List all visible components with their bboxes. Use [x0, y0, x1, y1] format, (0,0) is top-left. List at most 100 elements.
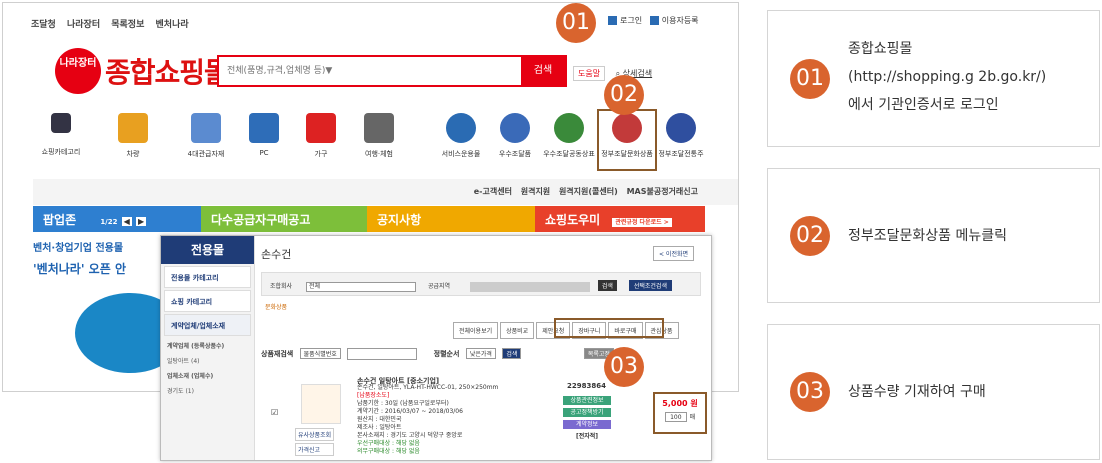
- register-link[interactable]: 이용자등록: [662, 16, 699, 25]
- excellent-product-icon: [500, 113, 530, 143]
- category-item[interactable]: 정부조달전통주: [651, 113, 711, 159]
- contract-info-button[interactable]: 계약정보: [563, 420, 611, 429]
- login-area: 로그인 이용자등록: [608, 15, 699, 26]
- user-icon: [649, 16, 659, 25]
- announcement-bar[interactable]: 공지사항: [367, 206, 535, 232]
- side-item[interactable]: 쇼핑 카테고리: [164, 290, 251, 312]
- regulation-download-link[interactable]: 관련규정 다운로드 >: [612, 218, 672, 227]
- category-item[interactable]: 가구: [291, 113, 351, 159]
- info-buttons: 상품관련정보 공고정책방기 계약정보 [전자적]: [563, 396, 611, 444]
- top-link[interactable]: 벤처나라: [156, 20, 189, 30]
- step-description: 상품수량 기재하여 구매: [848, 378, 986, 406]
- menu-icon: [51, 113, 71, 133]
- page-counter: 1/22: [100, 218, 118, 226]
- side-title: 전용몰: [161, 236, 254, 264]
- category-item[interactable]: 서비스운용물: [431, 113, 491, 159]
- detail-line: 원산지 : 대한민국: [357, 416, 402, 423]
- category-label: 우수조달품: [498, 150, 532, 158]
- logo-badge: 나라장터: [55, 48, 101, 94]
- category-item[interactable]: 여행·체험: [349, 113, 409, 159]
- product-info-button[interactable]: 상품관련정보: [563, 396, 611, 405]
- notice-button[interactable]: 공고정책방기: [563, 408, 611, 417]
- category-label: 서비스운용물: [441, 150, 481, 158]
- search-button[interactable]: 검색: [521, 57, 565, 85]
- top-link[interactable]: 조달청: [31, 20, 56, 30]
- region-field[interactable]: [469, 281, 590, 292]
- detail-line: [납품장소도]: [357, 392, 390, 399]
- sort-search-button[interactable]: 검색: [502, 348, 522, 359]
- filter-search-button[interactable]: 검색: [597, 280, 617, 291]
- vendor-label: [전자적]: [575, 433, 599, 440]
- quantity-input[interactable]: 100: [664, 412, 687, 422]
- detail-line: 제조사 : 일탕아트: [357, 424, 402, 431]
- search-input[interactable]: [219, 57, 519, 85]
- category-label: PC: [259, 149, 269, 157]
- login-link[interactable]: 로그인: [620, 16, 642, 25]
- tab-all[interactable]: 전체이용보기: [453, 322, 499, 339]
- step-number: 01: [790, 59, 830, 99]
- bar-title: 팝업존: [43, 213, 77, 227]
- bar-title: 쇼핑도우미: [545, 213, 601, 227]
- top-link[interactable]: 나라장터: [67, 20, 100, 30]
- detail-line: 의무구매대상 : 해당 없음: [357, 448, 420, 455]
- back-button[interactable]: < 이전화면: [653, 246, 695, 261]
- brand-icon: [554, 113, 584, 143]
- detail-line: 본사소재지 : 경기도 고양시 덕양구 중앙로: [357, 432, 463, 439]
- highlight-cart-buy: [554, 318, 664, 338]
- product-price: 5,000 원: [662, 399, 698, 408]
- step-number: 03: [790, 372, 830, 412]
- category-label: 여행·체험: [365, 150, 393, 158]
- side-link[interactable]: 일탕아트 (4): [161, 353, 254, 368]
- category-item[interactable]: 4대관급자재: [176, 113, 236, 159]
- step-line: (http://shopping.g 2b.go.kr/): [848, 69, 1047, 85]
- step-line: 종합쇼핑몰: [848, 41, 913, 57]
- category-label: 가구: [314, 150, 328, 158]
- category-item[interactable]: 우수조달공동상표: [539, 113, 599, 159]
- side-item[interactable]: 전용몰 카테고리: [164, 266, 251, 288]
- search-box: 검색: [217, 55, 567, 87]
- notice-bar[interactable]: 다수공급자구매공고: [201, 206, 367, 232]
- field-select[interactable]: 물품식별번호: [299, 348, 341, 359]
- service-icon: [446, 113, 476, 143]
- banner-line: 벤처·창업기업 전용몰: [33, 243, 124, 254]
- highlight-box-02: [597, 109, 657, 171]
- step-panel-01: 01 종합쇼핑몰 (http://shopping.g 2b.go.kr/) 에…: [767, 10, 1100, 147]
- research-input[interactable]: [347, 348, 418, 360]
- category-label: 우수조달공동상표: [543, 150, 595, 158]
- prev-icon[interactable]: ◀: [121, 217, 132, 226]
- side-subtitle: 계약업체 (등록상품수): [167, 343, 225, 350]
- company-select[interactable]: 전체: [306, 281, 417, 292]
- step-number: 02: [790, 216, 830, 256]
- category-label: 4대관급자재: [187, 150, 225, 158]
- step-marker-01: 01: [556, 3, 596, 43]
- filter-label: 공급지역: [427, 283, 451, 290]
- condition-search-button[interactable]: 선택조건검색: [628, 280, 672, 291]
- tab-compare[interactable]: 상품비교: [500, 322, 535, 339]
- truck-icon: [118, 113, 148, 143]
- side-link[interactable]: 경기도 (1): [161, 383, 254, 398]
- logo-text: 종합쇼핑몰: [105, 56, 230, 89]
- side-subtitle: 업체소재 (업체수): [167, 373, 214, 380]
- category-item[interactable]: 우수조달품: [485, 113, 545, 159]
- category-item[interactable]: 차량: [103, 113, 163, 159]
- detail-line: 계약기간 : 2016/03/07 ~ 2018/03/06: [357, 408, 463, 415]
- side-item[interactable]: 계약업체/업체소재: [164, 314, 251, 336]
- cultural-badge: 문화상품: [265, 304, 288, 311]
- category-item[interactable]: PC: [234, 113, 294, 157]
- step-line: 상품수량 기재하여 구매: [848, 384, 986, 400]
- top-link[interactable]: 목록정보: [111, 20, 144, 30]
- liquor-icon: [666, 113, 696, 143]
- support-links[interactable]: e-고객센터 원격지원 원격지원(콜센터) MAS불공정거래신고: [474, 186, 698, 197]
- category-item[interactable]: 쇼핑카테고리: [31, 113, 91, 157]
- sort-label: 정렬순서: [433, 350, 460, 358]
- similar-product-button[interactable]: 유사상품조회: [295, 428, 335, 441]
- help-button[interactable]: 도움말: [573, 66, 606, 81]
- materials-icon: [191, 113, 221, 143]
- checkbox[interactable]: ☑: [271, 408, 278, 417]
- order-select[interactable]: 낮은가격: [465, 348, 496, 359]
- price-report-button[interactable]: 가격신고: [295, 443, 335, 456]
- detail-line: 납품기한 : 30일 (납품요구일로부터): [357, 400, 449, 407]
- next-icon[interactable]: ▶: [136, 217, 147, 226]
- product-thumbnail[interactable]: [301, 384, 341, 424]
- quantity-unit: 매: [689, 414, 696, 421]
